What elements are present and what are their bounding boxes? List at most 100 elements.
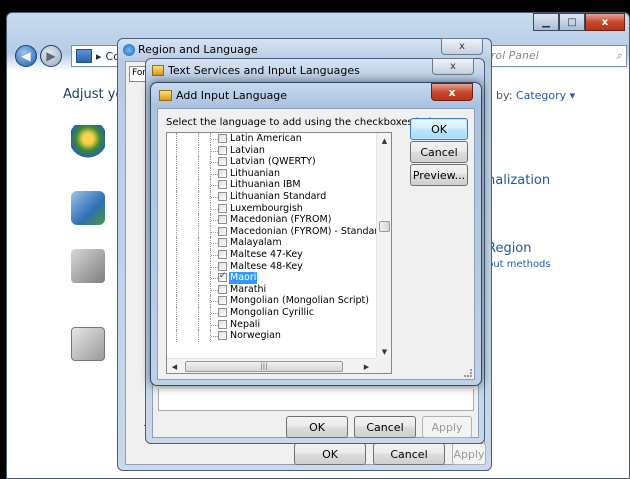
tree-guide-line bbox=[211, 254, 218, 256]
language-item[interactable]: Latvian (QWERTY) bbox=[167, 156, 377, 168]
language-checkbox[interactable] bbox=[218, 168, 227, 178]
language-label[interactable]: Lithuanian Standard bbox=[229, 191, 327, 203]
programs-icon[interactable] bbox=[71, 327, 105, 361]
horizontal-scroll-thumb[interactable]: ||| bbox=[185, 361, 343, 372]
search-input[interactable]: rtrol Panel ⌕ bbox=[477, 45, 627, 67]
language-label[interactable]: Lithuanian IBM bbox=[229, 179, 302, 191]
scroll-right-icon[interactable]: ▶ bbox=[359, 359, 374, 373]
language-item[interactable]: Mongolian (Mongolian Script) bbox=[167, 295, 377, 307]
language-checkbox[interactable] bbox=[218, 271, 227, 283]
horizontal-scrollbar[interactable]: ◀ ||| ▶ bbox=[167, 358, 377, 373]
language-label[interactable]: Latvian bbox=[229, 145, 266, 157]
language-label[interactable]: Maori bbox=[229, 272, 258, 284]
language-label[interactable]: Malayalam bbox=[229, 237, 283, 249]
view-by-dropdown[interactable]: Category ▾ bbox=[516, 89, 575, 102]
language-label[interactable]: Nepali bbox=[229, 319, 261, 331]
language-checkbox[interactable] bbox=[218, 145, 227, 155]
language-item[interactable]: Norwegian bbox=[167, 330, 377, 342]
language-label[interactable]: Macedonian (FYROM) - Standard bbox=[229, 226, 377, 238]
region-link[interactable]: Region bbox=[487, 241, 532, 256]
language-checkbox[interactable] bbox=[218, 319, 227, 329]
language-item[interactable]: Nepali bbox=[167, 318, 377, 331]
language-checkbox[interactable] bbox=[218, 238, 227, 248]
language-label[interactable]: Maltese 48-Key bbox=[229, 261, 304, 273]
language-checkbox[interactable] bbox=[218, 191, 227, 201]
cancel-button[interactable]: Cancel bbox=[410, 141, 468, 163]
language-item[interactable]: Maltese 47-Key bbox=[167, 248, 377, 261]
personalization-link[interactable]: nalization bbox=[487, 173, 550, 188]
language-label[interactable]: Lithuanian bbox=[229, 168, 281, 180]
cancel-button[interactable]: Cancel bbox=[373, 443, 445, 465]
language-item[interactable]: Latin American bbox=[167, 133, 377, 145]
language-item[interactable]: Maltese 48-Key bbox=[167, 260, 377, 273]
forward-button[interactable]: ▶ bbox=[40, 45, 62, 67]
language-checkbox[interactable] bbox=[218, 215, 227, 225]
dialog-title: Add Input Language bbox=[176, 89, 288, 102]
language-item[interactable]: Lithuanian bbox=[167, 167, 377, 180]
language-tree[interactable]: Latin American Latvian Latvian (QWERTY) Lit… bbox=[166, 132, 392, 374]
network-icon[interactable] bbox=[71, 191, 105, 225]
minimize-button[interactable]: ▁ bbox=[533, 13, 559, 31]
close-button[interactable]: x bbox=[585, 13, 625, 31]
globe-icon bbox=[123, 44, 135, 56]
scroll-thumb[interactable] bbox=[379, 221, 390, 232]
language-label[interactable]: Mongolian (Mongolian Script) bbox=[229, 295, 370, 307]
scroll-corner bbox=[376, 358, 391, 373]
language-checkbox[interactable] bbox=[218, 261, 227, 271]
language-checkbox[interactable] bbox=[218, 296, 227, 306]
language-checkbox[interactable] bbox=[218, 180, 227, 190]
language-item[interactable]: Maori bbox=[167, 271, 377, 284]
view-by-control[interactable]: by: Category ▾ bbox=[496, 89, 575, 102]
back-button[interactable]: ◀ bbox=[15, 45, 37, 67]
scroll-down-icon[interactable]: ▼ bbox=[377, 344, 391, 359]
tree-guide-line bbox=[176, 179, 177, 191]
language-checkbox[interactable] bbox=[218, 226, 227, 236]
language-item[interactable]: Malayalam bbox=[167, 237, 377, 249]
close-button[interactable]: x bbox=[431, 83, 473, 101]
ok-button[interactable]: OK bbox=[286, 416, 348, 438]
search-icon[interactable]: ⌕ bbox=[616, 49, 622, 63]
language-item[interactable]: Luxembourgish bbox=[167, 202, 377, 215]
cancel-button[interactable]: Cancel bbox=[354, 416, 416, 438]
vertical-scrollbar[interactable]: ▲ ▼ bbox=[376, 133, 391, 359]
ok-button[interactable]: OK bbox=[294, 443, 366, 465]
ok-button[interactable]: OK bbox=[410, 118, 468, 140]
language-label[interactable]: Maltese 47-Key bbox=[229, 249, 304, 261]
tree-guide-line bbox=[198, 167, 199, 180]
apply-button[interactable]: Apply bbox=[422, 416, 472, 438]
language-checkbox[interactable] bbox=[218, 203, 227, 213]
input-methods-link[interactable]: put methods bbox=[487, 259, 551, 270]
scroll-up-icon[interactable]: ▲ bbox=[377, 133, 391, 148]
language-checkbox[interactable] bbox=[218, 134, 227, 143]
close-button[interactable]: x bbox=[441, 38, 483, 55]
language-item[interactable]: Macedonian (FYROM) - Standard bbox=[167, 225, 377, 238]
language-item[interactable]: Lithuanian IBM bbox=[167, 179, 377, 191]
language-checkbox[interactable] bbox=[218, 307, 227, 317]
language-label[interactable]: Marathi bbox=[229, 284, 267, 296]
language-item[interactable]: Mongolian Cyrillic bbox=[167, 306, 377, 319]
close-button[interactable]: x bbox=[432, 58, 474, 75]
maximize-button[interactable]: □ bbox=[559, 13, 585, 31]
apply-button[interactable]: Apply bbox=[452, 443, 486, 465]
language-item[interactable]: Macedonian (FYROM) bbox=[167, 214, 377, 226]
language-checkbox[interactable] bbox=[218, 157, 227, 167]
language-item[interactable]: Lithuanian Standard bbox=[167, 190, 377, 203]
language-checkbox[interactable] bbox=[218, 284, 227, 294]
language-label[interactable]: Mongolian Cyrillic bbox=[229, 307, 315, 319]
preview-button[interactable]: Preview... bbox=[410, 164, 468, 186]
hardware-sound-icon[interactable] bbox=[71, 249, 105, 283]
tree-guide-line bbox=[176, 306, 177, 319]
language-checkbox[interactable] bbox=[218, 249, 227, 259]
tree-guide-line bbox=[198, 237, 199, 249]
language-item[interactable]: Latvian bbox=[167, 144, 377, 157]
resize-grip-icon[interactable] bbox=[464, 369, 472, 377]
language-label[interactable]: Luxembourgish bbox=[229, 203, 304, 215]
system-security-icon[interactable] bbox=[71, 125, 105, 159]
language-label[interactable]: Macedonian (FYROM) bbox=[229, 214, 332, 226]
language-label[interactable]: Latvian (QWERTY) bbox=[229, 156, 317, 168]
scroll-left-icon[interactable]: ◀ bbox=[167, 359, 182, 373]
language-checkbox[interactable] bbox=[218, 331, 227, 341]
language-item[interactable]: Marathi bbox=[167, 283, 377, 296]
language-label[interactable]: Latin American bbox=[229, 133, 303, 145]
language-label[interactable]: Norwegian bbox=[229, 330, 282, 342]
